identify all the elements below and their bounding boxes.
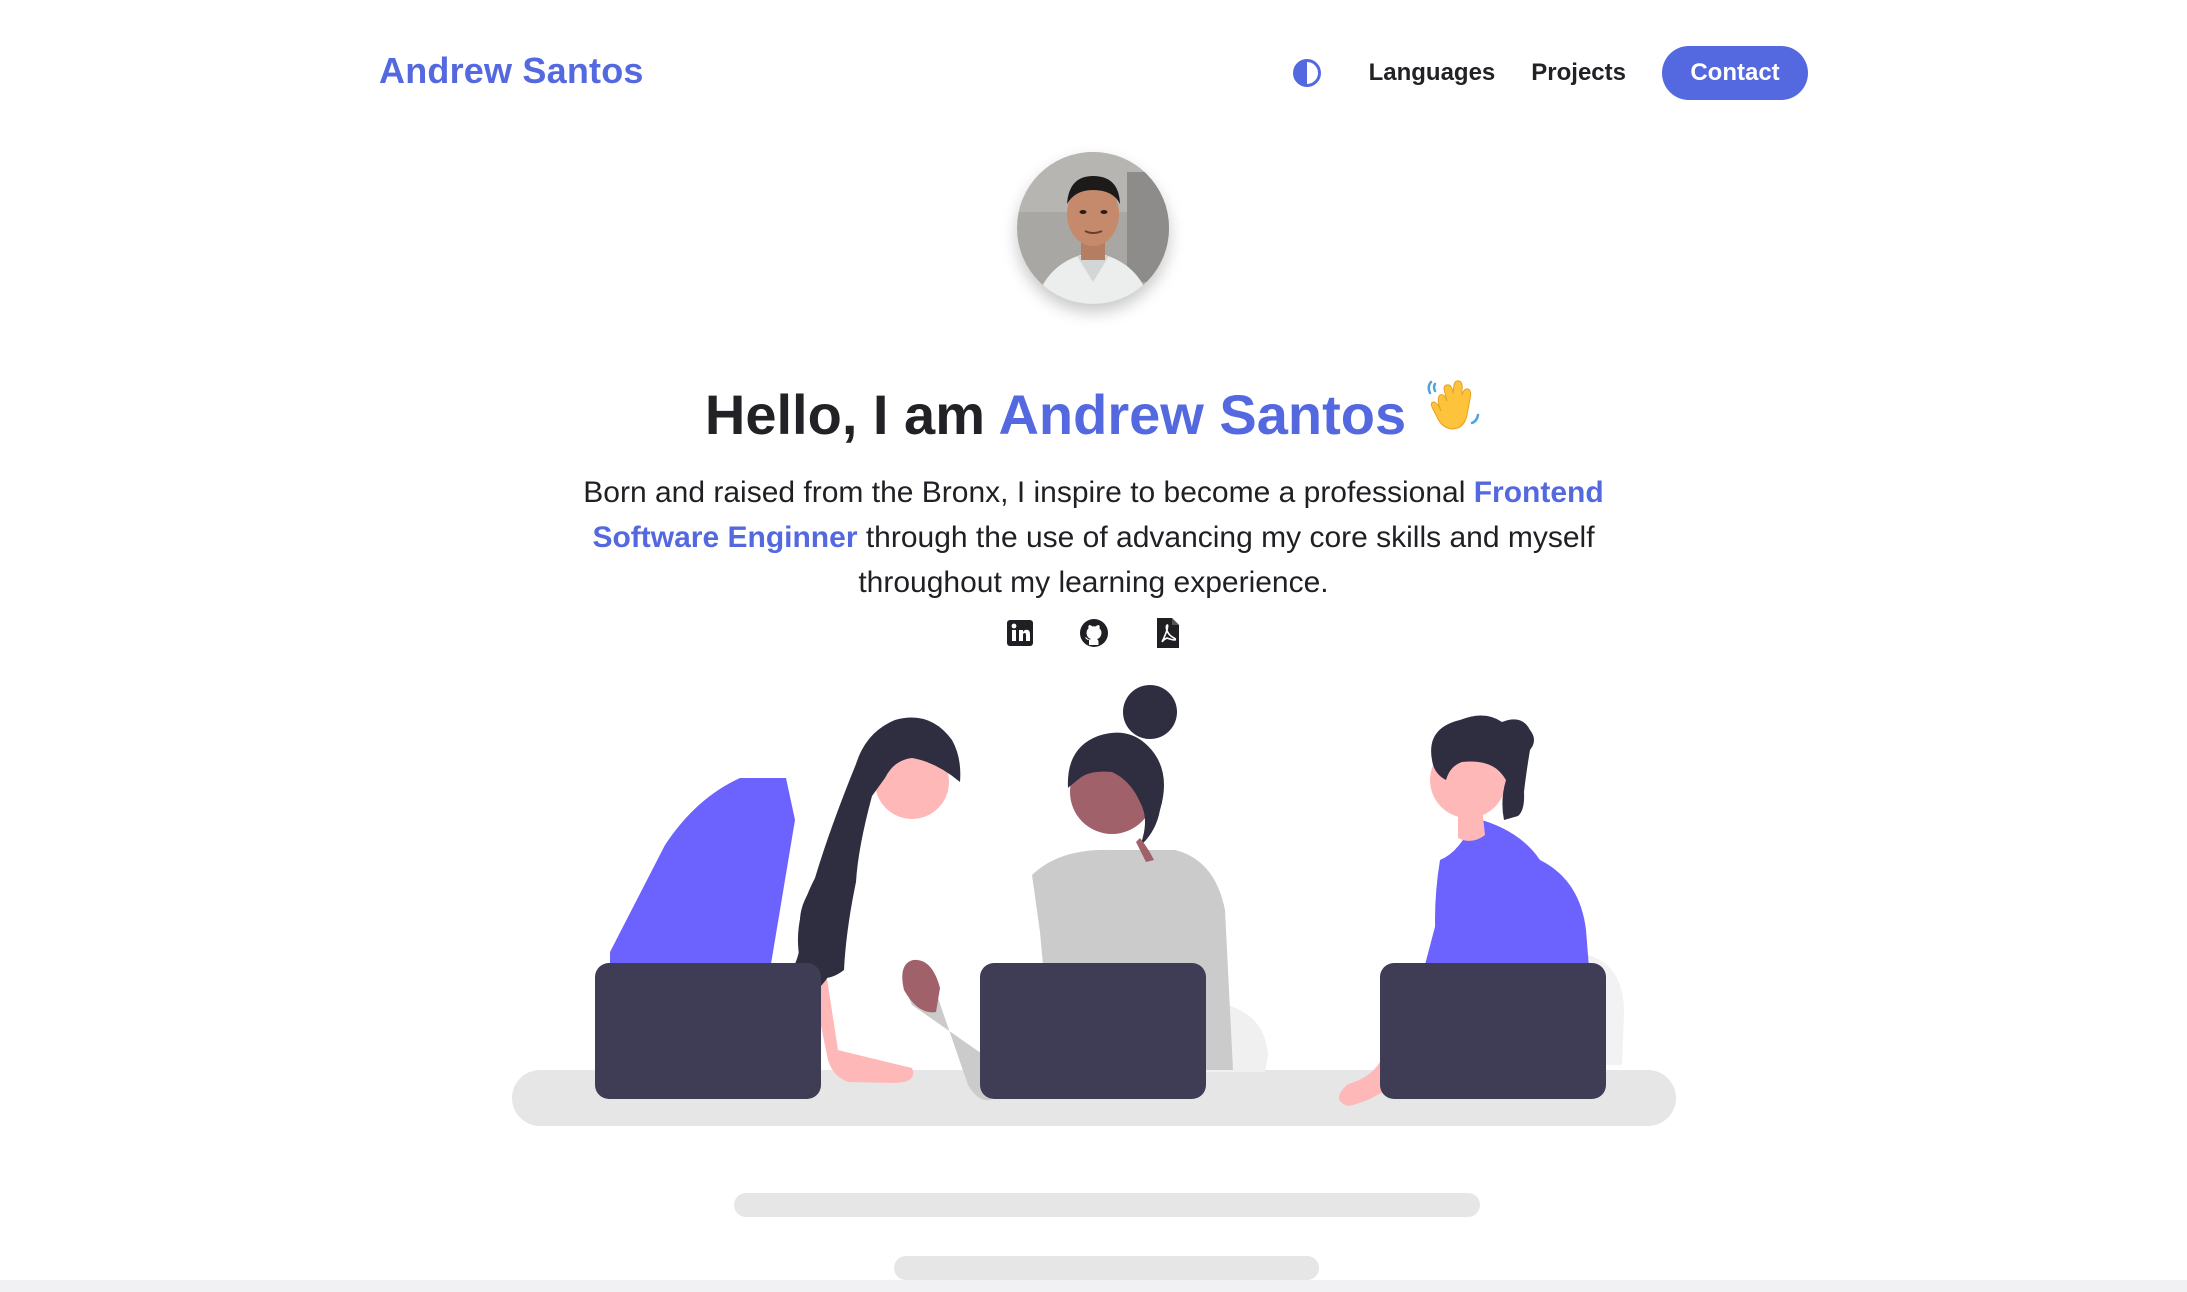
team-illustration [500, 670, 1700, 1140]
nav-menu: Languages Projects Contact [1291, 46, 1808, 100]
github-icon[interactable] [1078, 617, 1110, 649]
team-laptops-illustration [512, 685, 1676, 1126]
greeting-prefix: Hello, I am [704, 382, 999, 446]
pdf-resume-icon[interactable] [1152, 617, 1184, 649]
nav-link-projects[interactable]: Projects [1531, 59, 1626, 87]
theme-toggle-button[interactable] [1291, 57, 1323, 89]
half-circle-icon [1292, 59, 1321, 87]
waving-hand-icon [1424, 377, 1482, 451]
loading-bar-2 [894, 1256, 1319, 1280]
profile-photo [1017, 152, 1169, 304]
hero-headline: Hello, I am Andrew Santos [0, 380, 2187, 451]
avatar [1017, 152, 1169, 304]
contact-button[interactable]: Contact [1662, 46, 1808, 100]
linkedin-icon[interactable] [1004, 617, 1036, 649]
loading-bar-1 [734, 1193, 1480, 1217]
bio-text-2: through the use of advancing my core ski… [857, 521, 1595, 599]
brand-name-link[interactable]: Andrew Santos [379, 50, 644, 92]
nav-link-languages[interactable]: Languages [1369, 59, 1496, 87]
greeting-name: Andrew Santos [998, 382, 1407, 446]
hero-bio: Born and raised from the Bronx, I inspir… [583, 470, 1604, 605]
navbar: Andrew Santos Languages Projects Contact [0, 0, 2187, 150]
social-links [0, 617, 2187, 649]
page: Andrew Santos Languages Projects Contact [0, 0, 2187, 1292]
bio-text-1: Born and raised from the Bronx, I inspir… [583, 476, 1474, 509]
page-bottom-strip [0, 1280, 2187, 1292]
